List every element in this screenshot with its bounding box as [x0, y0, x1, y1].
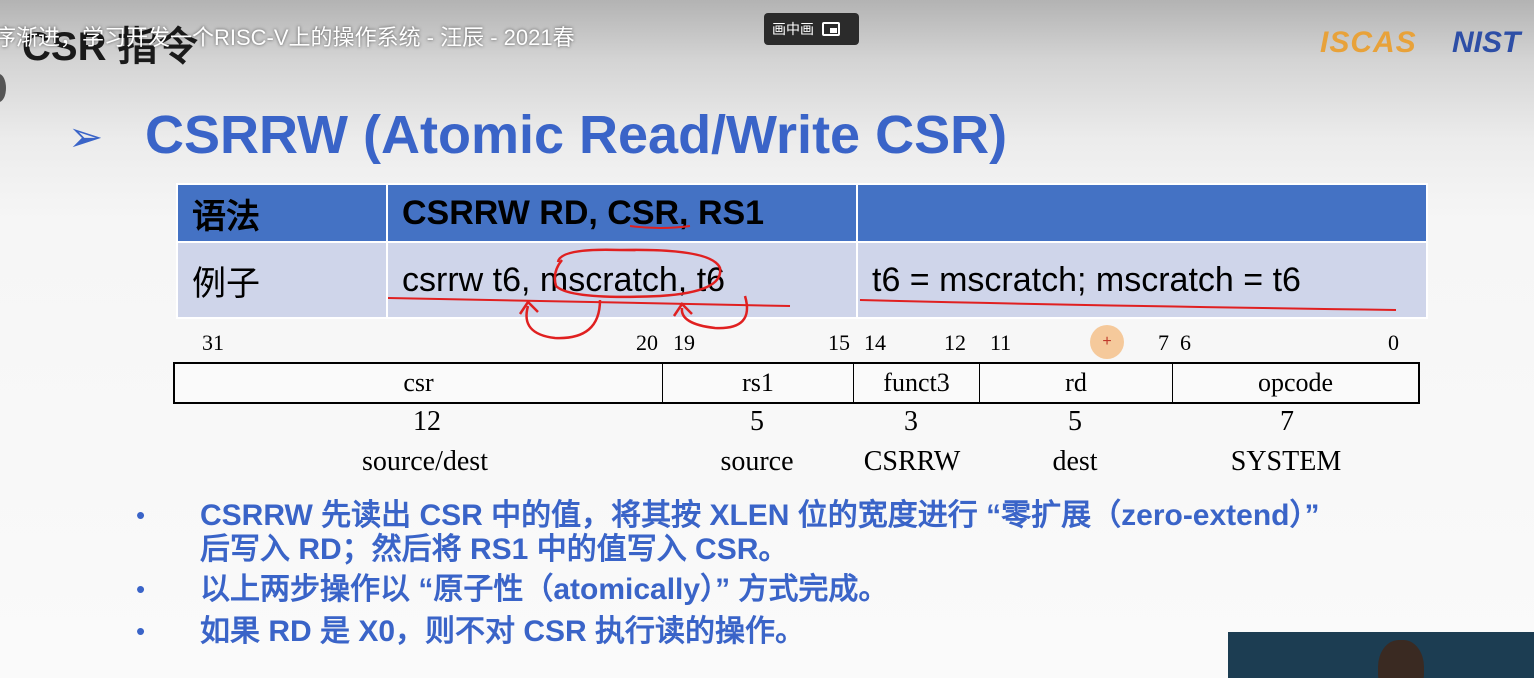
bit-number: 0 [1388, 330, 1399, 355]
field-desc: source/dest [362, 446, 488, 477]
field-width: 5 [750, 406, 764, 437]
bullet-dot: • [136, 500, 146, 530]
bullet-text-cont: 后写入 RD；然后将 RS1 中的值写入 CSR。 [200, 533, 789, 566]
iscas-logo: ISCAS [1320, 26, 1417, 59]
bullet-text: 以上两步操作以 “原子性（atomically）” 方式完成。 [200, 573, 889, 606]
bit-number: 20 [636, 330, 658, 355]
field-opcode: opcode [1257, 368, 1334, 397]
pip-icon [822, 22, 840, 36]
bullet-text: CSRRW 先读出 CSR 中的值，将其按 XLEN 位的宽度进行 “零扩展（z… [200, 499, 1320, 532]
nist-logo: NIST [1452, 26, 1521, 59]
bit-number: 11 [990, 330, 1012, 355]
example-value: csrrw t6, mscratch, t6 [386, 241, 858, 319]
bit-number-row: 31 20 19 15 14 12 11 7 6 0 [176, 330, 1420, 358]
field-desc-row: source/dest source CSRRW dest SYSTEM [0, 446, 1534, 480]
side-indicator [0, 74, 6, 102]
bullet-dot: • [136, 574, 146, 604]
example-row: 例子 csrrw t6, mscratch, t6 t6 = mscratch;… [176, 241, 1428, 319]
picture-in-picture-button[interactable]: 画中画 [764, 13, 859, 45]
syntax-extra [856, 183, 1428, 243]
slide-title: CSRRW (Atomic Read/Write CSR) [145, 105, 1008, 165]
syntax-row: 语法 CSRRW RD, CSR, RS1 [176, 183, 1428, 243]
field-width: 5 [1068, 406, 1082, 437]
bit-number: 12 [944, 330, 966, 355]
bit-number: 15 [828, 330, 850, 355]
field-funct3: funct3 [854, 364, 980, 402]
pip-label: 画中画 [772, 21, 814, 37]
field-width: 3 [904, 406, 918, 437]
instruction-format: csr rs1 funct3 rd opcode [173, 362, 1420, 404]
bit-number: 19 [673, 330, 695, 355]
video-title: 序渐进，学习开发一个RISC-V上的操作系统 - 汪辰 - 2021春 [0, 25, 575, 50]
bullet-text: 如果 RD 是 X0，则不对 CSR 执行读的操作。 [200, 615, 806, 648]
field-width: 12 [413, 406, 441, 437]
example-label: 例子 [176, 241, 388, 319]
field-rs1: rs1 [663, 364, 854, 402]
field-csr: csr [175, 364, 663, 402]
bit-number: 7 [1158, 330, 1169, 355]
syntax-table: 语法 CSRRW RD, CSR, RS1 例子 csrrw t6, mscra… [176, 183, 1428, 319]
field-desc: source [720, 446, 794, 477]
bit-number: 31 [202, 330, 224, 355]
field-desc: SYSTEM [1230, 446, 1342, 477]
bit-number: 6 [1180, 330, 1191, 355]
field-width-row: 12 5 3 5 7 [0, 406, 1534, 440]
presenter-video [1228, 632, 1534, 678]
add-note-button[interactable]: + [1090, 325, 1124, 359]
field-rd: rd [980, 364, 1173, 402]
arrow-bullet-icon: ➢ [68, 113, 104, 160]
field-width: 7 [1280, 406, 1294, 437]
syntax-label: 语法 [176, 183, 388, 243]
field-desc: CSRRW [863, 446, 961, 477]
example-desc: t6 = mscratch; mscratch = t6 [856, 241, 1428, 319]
presenter-face [1378, 640, 1424, 678]
bit-number: 14 [864, 330, 886, 355]
bullet-dot: • [136, 616, 146, 646]
field-desc: dest [1052, 446, 1098, 477]
syntax-value: CSRRW RD, CSR, RS1 [386, 183, 858, 243]
